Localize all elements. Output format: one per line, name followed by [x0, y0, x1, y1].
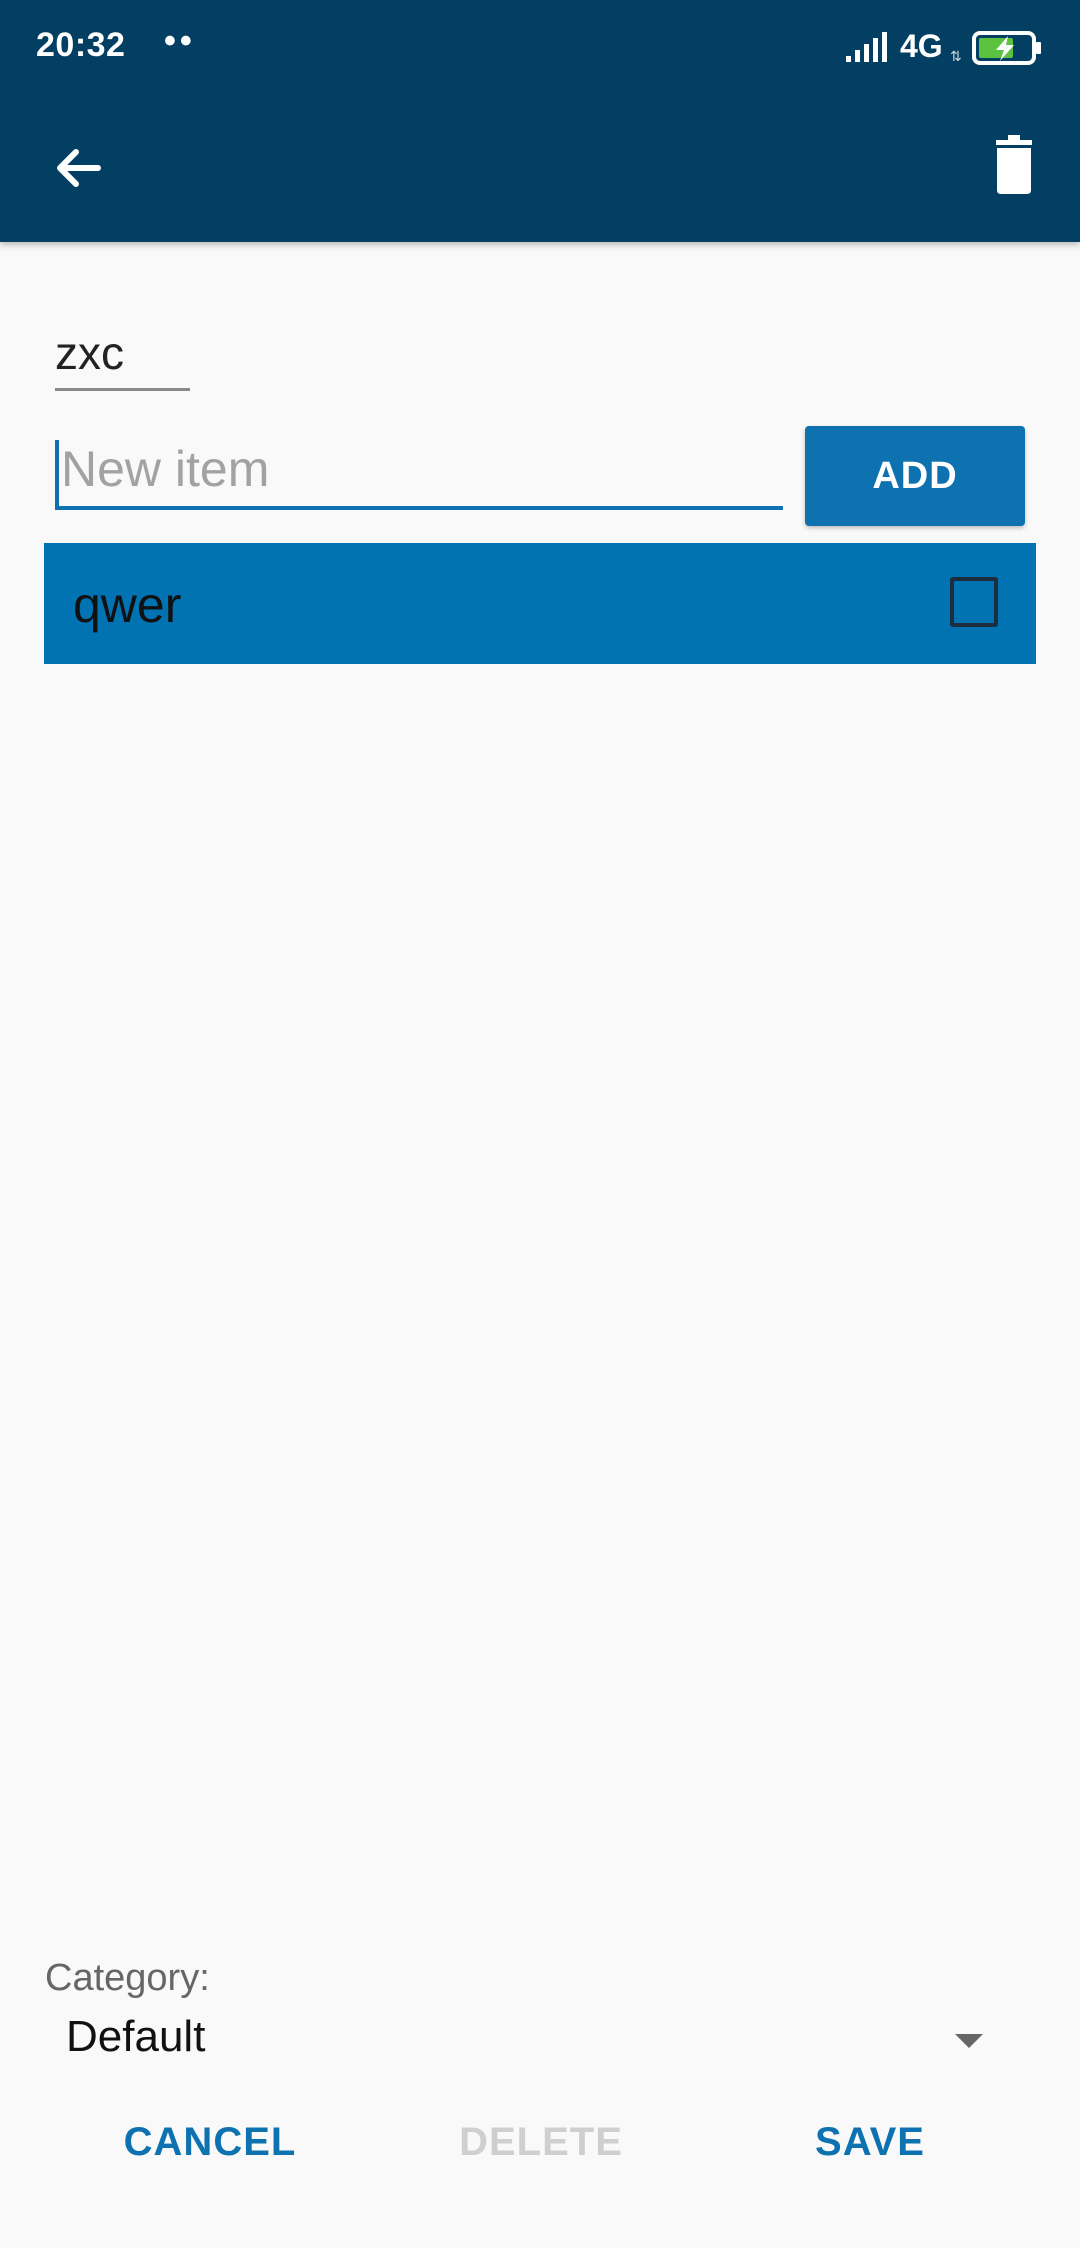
add-button[interactable]: ADD: [805, 426, 1025, 526]
dropdown-arrow-icon: [955, 2034, 983, 2048]
notification-dots: ••: [164, 22, 196, 60]
data-activity-icon: ⇅: [950, 48, 962, 64]
delete-button[interactable]: DELETE: [448, 2112, 634, 2172]
category-selected-value: Default: [66, 2012, 206, 2061]
trash-icon: [996, 135, 1032, 194]
status-time: 20:32: [36, 26, 126, 64]
delete-list-button[interactable]: [978, 132, 1050, 208]
cancel-button[interactable]: CANCEL: [112, 2112, 308, 2172]
list-title: zxc: [55, 327, 124, 379]
signal-icon: [846, 32, 887, 62]
new-item-input[interactable]: [55, 432, 783, 510]
battery-charging-icon: [972, 31, 1041, 65]
list-item-label: qwer: [73, 577, 182, 633]
arrow-back-icon: [57, 149, 101, 187]
status-bar: 20:32 •• 4G ⇅: [0, 0, 1080, 96]
list-item-checkbox[interactable]: [950, 577, 998, 627]
list-item[interactable]: qwer: [44, 543, 1036, 664]
save-button[interactable]: SAVE: [805, 2112, 935, 2172]
category-label: Category:: [45, 1957, 210, 1999]
category-dropdown[interactable]: Default: [45, 2010, 1000, 2074]
back-button[interactable]: [40, 132, 116, 208]
text-cursor: [55, 440, 59, 506]
app-bar: 20:32 •• 4G ⇅: [0, 0, 1080, 242]
network-type: 4G: [900, 28, 943, 64]
list-title-field[interactable]: zxc: [55, 322, 190, 391]
